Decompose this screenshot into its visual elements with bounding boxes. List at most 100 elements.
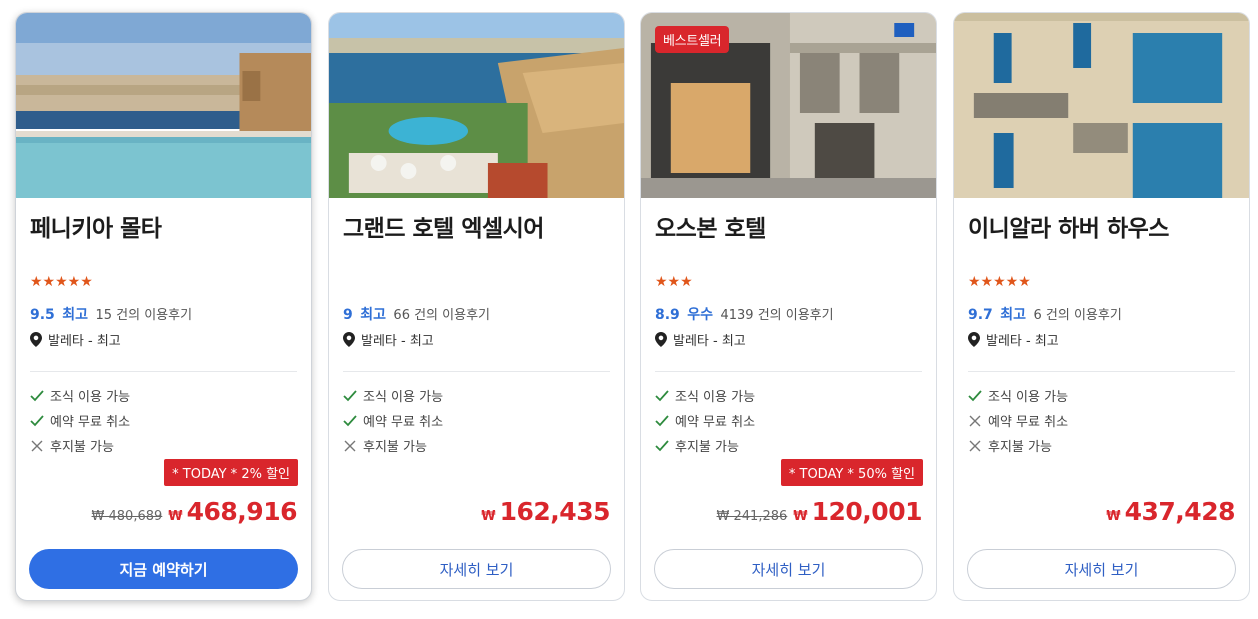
feature-free-cancel: 예약 무료 취소 (343, 408, 443, 433)
review-count: 15 건의 이용후기 (95, 308, 193, 323)
location-pin-icon (30, 332, 42, 347)
check-icon (30, 414, 44, 426)
bestseller-badge: 베스트셀러 (655, 26, 730, 53)
review-count: 6 건의 이용후기 (1033, 308, 1122, 323)
feature-pay-later: 후지불 가능 (968, 433, 1068, 458)
review-count: 4139 건의 이용후기 (720, 308, 834, 323)
price-block: ₩ 241,286 ₩ 120,001 (716, 497, 923, 526)
score-label: 최고 (360, 307, 386, 323)
feature-breakfast: 조식 이용 가능 (30, 383, 130, 408)
location-pin-icon (655, 332, 667, 347)
star-rating: ★★★★★ (968, 274, 1031, 290)
feature-label: 예약 무료 취소 (675, 415, 756, 430)
feature-breakfast: 조식 이용 가능 (343, 383, 443, 408)
location-text: 발레타 - 최고 (48, 334, 121, 349)
divider (655, 371, 922, 372)
star-rating: ★★★★★ (30, 274, 93, 290)
hotel-card-phoenicia[interactable]: 페니키아 몰타 ★★★★★ 9.5 최고 15 건의 이용후기 발레타 - 최고… (15, 12, 312, 601)
feature-free-cancel: 예약 무료 취소 (655, 408, 755, 433)
score-label: 최고 (62, 307, 89, 323)
hotel-name[interactable]: 이니알라 하버 하우스 (968, 209, 1169, 243)
hotel-name[interactable]: 페니키아 몰타 (30, 209, 162, 243)
feature-label: 후지불 가능 (50, 440, 114, 455)
feature-pay-later: 후지불 가능 (343, 433, 443, 458)
hotel-name[interactable]: 그랜드 호텔 엑셀시어 (343, 209, 544, 243)
location-pin-icon (968, 332, 980, 347)
location: 발레타 - 최고 (968, 330, 1059, 349)
score-label: 우수 (687, 307, 714, 323)
score-value: 9 (343, 307, 353, 323)
hotel-photo[interactable] (329, 13, 624, 198)
hotel-photo[interactable] (16, 13, 311, 198)
feature-free-cancel: 예약 무료 취소 (968, 408, 1068, 433)
feature-label: 예약 무료 취소 (363, 415, 444, 430)
feature-list: 조식 이용 가능 예약 무료 취소 후지불 가능 (30, 383, 130, 458)
divider (968, 371, 1235, 372)
location-text: 발레타 - 최고 (673, 334, 746, 349)
currency-symbol: ₩ (793, 509, 808, 524)
view-details-button[interactable]: 자세히 보기 (654, 549, 923, 589)
review-score: 9 최고 66 건의 이용후기 (343, 304, 490, 324)
feature-label: 예약 무료 취소 (50, 415, 131, 430)
currency-symbol: ₩ (1106, 509, 1121, 524)
location: 발레타 - 최고 (343, 330, 434, 349)
cross-icon (31, 440, 43, 451)
hotel-card-excelsior[interactable]: 그랜드 호텔 엑셀시어 9 최고 66 건의 이용후기 발레타 - 최고 조식 … (328, 12, 625, 601)
location-text: 발레타 - 최고 (361, 334, 434, 349)
hotel-photo[interactable] (954, 13, 1249, 198)
hotel-name[interactable]: 오스본 호텔 (655, 209, 766, 243)
location: 발레타 - 최고 (655, 330, 746, 349)
feature-breakfast: 조식 이용 가능 (655, 383, 755, 408)
price-block: ₩ 437,428 (1106, 497, 1235, 526)
promo-badge: * TODAY * 50% 할인 (780, 459, 923, 486)
feature-label: 조식 이용 가능 (363, 390, 444, 405)
review-score: 8.9 우수 4139 건의 이용후기 (655, 304, 834, 324)
cross-icon (344, 440, 356, 451)
original-price: ₩ 241,286 (716, 509, 788, 524)
feature-pay-later: 후지불 가능 (655, 433, 755, 458)
review-score: 9.5 최고 15 건의 이용후기 (30, 304, 192, 324)
cross-icon (969, 440, 981, 451)
original-price: ₩ 480,689 (91, 509, 163, 524)
score-value: 9.7 (968, 307, 993, 323)
current-price: 437,428 (1124, 497, 1236, 526)
feature-label: 예약 무료 취소 (988, 415, 1069, 430)
hotel-card-ingliara[interactable]: 이니알라 하버 하우스 ★★★★★ 9.7 최고 6 건의 이용후기 발레타 -… (953, 12, 1250, 601)
check-icon (30, 389, 44, 401)
score-value: 9.5 (30, 307, 55, 323)
divider (343, 371, 610, 372)
view-details-button[interactable]: 자세히 보기 (342, 549, 611, 589)
cross-icon (969, 415, 981, 426)
hotel-photo[interactable]: 베스트셀러 (641, 13, 936, 198)
star-rating: ★★★ (655, 274, 693, 290)
currency-symbol: ₩ (168, 509, 183, 524)
check-icon (655, 389, 669, 401)
score-value: 8.9 (655, 307, 680, 323)
divider (30, 371, 297, 372)
feature-list: 조식 이용 가능 예약 무료 취소 후지불 가능 (655, 383, 755, 458)
view-details-button[interactable]: 자세히 보기 (967, 549, 1236, 589)
feature-free-cancel: 예약 무료 취소 (30, 408, 130, 433)
score-label: 최고 (1000, 307, 1027, 323)
current-price: 468,916 (186, 497, 298, 526)
price-block: ₩ 162,435 (481, 497, 610, 526)
check-icon (343, 414, 357, 426)
current-price: 120,001 (811, 497, 923, 526)
book-now-button[interactable]: 지금 예약하기 (29, 549, 298, 589)
feature-label: 후지불 가능 (675, 440, 739, 455)
check-icon (655, 439, 669, 451)
check-icon (655, 414, 669, 426)
feature-label: 조식 이용 가능 (50, 390, 131, 405)
review-score: 9.7 최고 6 건의 이용후기 (968, 304, 1122, 324)
currency-symbol: ₩ (481, 509, 496, 524)
location-text: 발레타 - 최고 (986, 334, 1059, 349)
price-block: ₩ 480,689 ₩ 468,916 (91, 497, 298, 526)
hotel-card-osborne[interactable]: 베스트셀러 오스본 호텔 ★★★ 8.9 우수 4139 건의 이용후기 발레타… (640, 12, 937, 601)
check-icon (343, 389, 357, 401)
feature-label: 후지불 가능 (988, 440, 1052, 455)
promo-badge: * TODAY * 2% 할인 (164, 459, 298, 486)
feature-pay-later: 후지불 가능 (30, 433, 130, 458)
feature-label: 조식 이용 가능 (988, 390, 1069, 405)
feature-list: 조식 이용 가능 예약 무료 취소 후지불 가능 (968, 383, 1068, 458)
location-pin-icon (343, 332, 355, 347)
